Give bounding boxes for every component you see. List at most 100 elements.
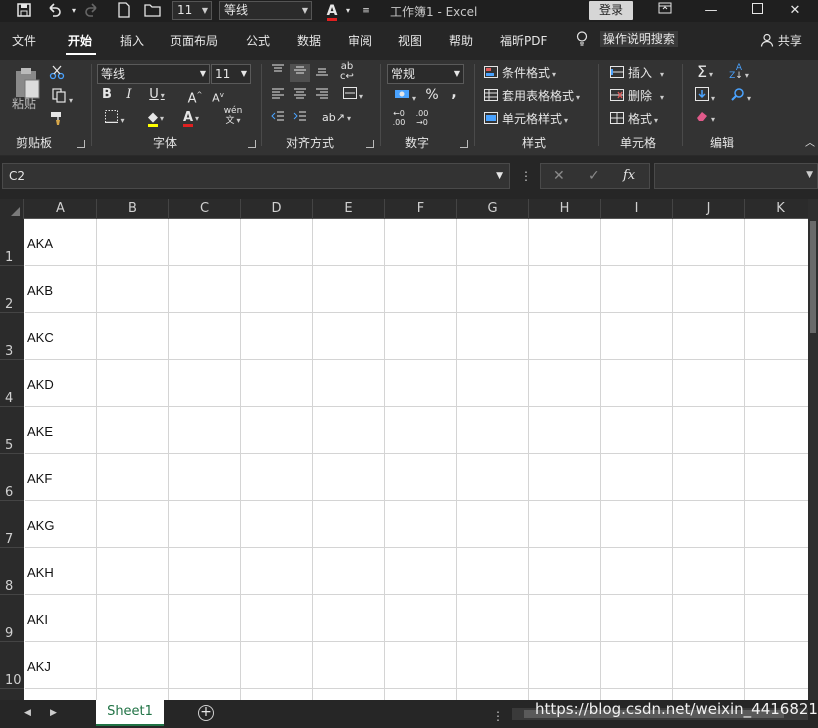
tab-view[interactable]: 视图 (398, 32, 422, 49)
cell-a5[interactable]: AKE (27, 424, 53, 439)
italic-icon[interactable]: I (122, 87, 136, 103)
cancel-icon[interactable]: ✕ (553, 168, 565, 184)
customize-qat-icon[interactable]: ≡ (356, 2, 376, 20)
copy-icon[interactable]: ▾ (48, 87, 76, 109)
prev-sheet-icon[interactable]: ◀ (24, 708, 31, 718)
column-header-b[interactable]: B (97, 199, 169, 219)
cell-a8[interactable]: AKH (27, 565, 54, 580)
font-name-select[interactable]: 等线 ▼ (97, 64, 210, 84)
decrease-decimal-icon[interactable]: .00 →0 (412, 109, 432, 127)
cell-a2[interactable]: AKB (27, 283, 53, 298)
column-header-a[interactable]: A (25, 199, 97, 219)
font-launcher-icon[interactable] (248, 140, 256, 148)
undo-dropdown-icon[interactable]: ▾ (64, 2, 84, 20)
fill-color-icon[interactable]: ◆ ▾ (142, 110, 170, 127)
format-as-table-button[interactable]: 套用表格格式 ▾ (484, 88, 580, 106)
number-launcher-icon[interactable] (460, 140, 468, 148)
cell-a10[interactable]: AKJ (27, 659, 51, 674)
insert-function-icon[interactable]: fx (623, 168, 635, 183)
tab-help[interactable]: 帮助 (449, 32, 473, 49)
row-header-6[interactable]: 6 (0, 454, 24, 501)
column-header-d[interactable]: D (241, 199, 313, 219)
insert-cells-button[interactable]: 插入 ▾ (610, 65, 664, 83)
column-header-j[interactable]: J (673, 199, 745, 219)
format-cells-button[interactable]: 格式 ▾ (610, 111, 658, 129)
tell-me-search[interactable]: 操作说明搜索 (576, 30, 678, 47)
increase-decimal-icon[interactable]: ←0.00 (389, 109, 409, 127)
number-format-select[interactable]: 常规 ▼ (387, 64, 464, 84)
decrease-indent-icon[interactable] (269, 110, 287, 127)
cut-icon[interactable] (48, 64, 66, 85)
column-header-e[interactable]: E (313, 199, 385, 219)
comma-style-icon[interactable]: , (448, 85, 460, 101)
tab-page-layout[interactable]: 页面布局 (170, 32, 218, 49)
row-header-5[interactable]: 5 (0, 407, 24, 454)
tab-data[interactable]: 数据 (297, 32, 321, 49)
font-size-select[interactable]: 11 ▼ (211, 64, 251, 84)
sheet-tab[interactable]: Sheet1 (96, 700, 164, 726)
cell-styles-button[interactable]: 单元格样式 ▾ (484, 111, 568, 129)
column-header-h[interactable]: H (529, 199, 601, 219)
decrease-font-icon[interactable]: Av (210, 87, 226, 107)
accounting-format-icon[interactable]: ▾ (389, 87, 421, 107)
wrap-text-icon[interactable]: ab c↩ (338, 62, 356, 82)
increase-font-icon[interactable]: A^ (187, 87, 203, 107)
tab-formulas[interactable]: 公式 (246, 32, 270, 49)
fill-icon[interactable]: ▾ (690, 87, 720, 107)
cell-area[interactable]: AKA AKB AKC AKD AKE AKF AKG AKH AKI AKJ (25, 219, 808, 700)
cell-a4[interactable]: AKD (27, 377, 54, 392)
row-header-7[interactable]: 7 (0, 501, 24, 548)
cell-a9[interactable]: AKI (27, 612, 48, 627)
percent-icon[interactable]: % (424, 87, 440, 103)
collapse-ribbon-icon[interactable]: ︿ (804, 136, 816, 152)
column-header-c[interactable]: C (169, 199, 241, 219)
orientation-icon[interactable]: ab↗ ▾ (322, 110, 351, 127)
format-painter-icon[interactable] (48, 110, 66, 131)
align-middle-icon[interactable] (290, 64, 310, 82)
row-header-2[interactable]: 2 (0, 266, 24, 313)
tab-splitter-icon[interactable]: ⋮ (492, 709, 504, 723)
enter-icon[interactable]: ✓ (588, 168, 600, 184)
borders-icon[interactable]: ▾ (100, 110, 130, 129)
underline-icon[interactable]: U ▾ (144, 87, 170, 104)
close-icon[interactable]: ✕ (772, 0, 818, 22)
vertical-scroll-thumb[interactable] (810, 221, 816, 333)
clipboard-launcher-icon[interactable] (77, 140, 85, 148)
tab-insert[interactable]: 插入 (120, 32, 144, 49)
column-header-k[interactable]: K (745, 199, 808, 219)
increase-indent-icon[interactable] (291, 110, 309, 127)
column-header-f[interactable]: F (385, 199, 457, 219)
conditional-formatting-button[interactable]: 条件格式 ▾ (484, 65, 556, 83)
align-top-icon[interactable] (269, 64, 287, 81)
ribbon-display-options-icon[interactable] (642, 0, 688, 22)
column-header-i[interactable]: I (601, 199, 673, 219)
row-header-3[interactable]: 3 (0, 313, 24, 360)
tab-file[interactable]: 文件 (12, 32, 36, 49)
qat-font-name-select[interactable]: 等线 ▼ (219, 1, 312, 20)
align-right-icon[interactable] (313, 87, 331, 104)
select-all-button[interactable] (0, 199, 24, 219)
merge-center-icon[interactable]: ▾ (338, 87, 368, 105)
add-sheet-icon[interactable]: + (198, 705, 214, 721)
bold-icon[interactable]: B (100, 87, 114, 103)
autosum-icon[interactable]: Σ ▾ (690, 64, 720, 83)
qat-font-size-select[interactable]: 11 ▼ (172, 1, 212, 20)
paste-label[interactable]: 粘贴 (12, 96, 36, 112)
sort-filter-icon[interactable]: A Z↓ ▾ (724, 64, 754, 81)
login-button[interactable]: 登录 (589, 1, 633, 20)
cell-a7[interactable]: AKG (27, 518, 54, 533)
cell-a6[interactable]: AKF (27, 471, 52, 486)
open-folder-icon[interactable] (143, 2, 163, 20)
find-select-icon[interactable]: ▾ (726, 87, 756, 107)
cell-a3[interactable]: AKC (27, 330, 54, 345)
row-header-8[interactable]: 8 (0, 548, 24, 595)
align-left-icon[interactable] (269, 87, 287, 104)
row-header-10[interactable]: 10 (0, 642, 24, 689)
undo-icon[interactable] (44, 2, 64, 20)
vertical-scrollbar[interactable] (808, 199, 818, 700)
font-color-ribbon-icon[interactable]: A ▾ (177, 110, 205, 127)
row-header-4[interactable]: 4 (0, 360, 24, 407)
formula-bar-splitter-icon[interactable]: ⋮ (520, 169, 532, 183)
minimize-icon[interactable]: — (688, 0, 734, 22)
row-header-9[interactable]: 9 (0, 595, 24, 642)
